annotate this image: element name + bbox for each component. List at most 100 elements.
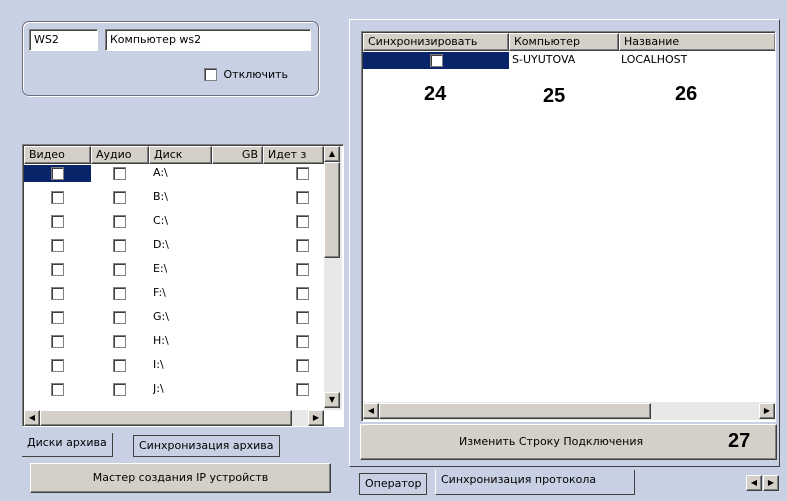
in-progress-checkbox[interactable] [296,311,309,324]
disks-hscroll-thumb[interactable] [40,410,292,426]
audio-checkbox[interactable] [113,239,126,252]
disk-row[interactable]: C:\ [24,213,324,237]
sync-hscrollbar[interactable]: ◀ ▶ [363,402,775,420]
disk-letter: I:\ [153,358,164,371]
audio-checkbox[interactable] [113,191,126,204]
disks-hscrollbar[interactable]: ◀ ▶ [24,410,324,426]
audio-checkbox[interactable] [113,167,126,180]
callout-24: 24 [424,83,447,105]
disk-letter: D:\ [153,238,169,251]
audio-checkbox[interactable] [113,215,126,228]
disk-row[interactable]: F:\ [24,285,324,309]
col-audio[interactable]: Аудио [91,146,149,164]
in-progress-checkbox[interactable] [296,215,309,228]
disk-row[interactable]: I:\ [24,357,324,381]
disk-letter: E:\ [153,262,168,275]
in-progress-checkbox[interactable] [296,239,309,252]
video-checkbox[interactable] [51,191,64,204]
callout-26: 26 [675,83,698,105]
col-synchronize[interactable]: Синхронизировать [363,33,509,51]
in-progress-checkbox[interactable] [296,167,309,180]
disks-table-body: A:\ B:\ C:\ D:\ E:\ F:\ G:\ H:\ I:\ J:\ [24,165,324,410]
sync-scroll-left-arrow-icon[interactable]: ◀ [363,403,379,419]
disks-vscroll-thumb[interactable] [324,162,340,258]
sync-checkbox-cell[interactable] [363,52,509,69]
disable-checkbox-row[interactable]: Отключить [204,67,288,83]
left-tabstrip: Диски архива Синхронизация архива [22,433,344,457]
audio-checkbox[interactable] [113,287,126,300]
col-computer[interactable]: Компьютер [509,33,619,51]
video-checkbox[interactable] [51,215,64,228]
in-progress-checkbox[interactable] [296,287,309,300]
tabs-scroll-left-arrow-icon[interactable]: ◀ [746,475,762,491]
scroll-right-arrow-icon[interactable]: ▶ [308,410,324,426]
in-progress-checkbox[interactable] [296,263,309,276]
computer-code-value: WS2 [34,33,59,46]
ip-wizard-button[interactable]: Мастер создания IP устройств [30,463,331,493]
disk-letter: B:\ [153,190,168,203]
disk-letter: F:\ [153,286,166,299]
tab-archive-disks[interactable]: Диски архива [22,433,113,457]
video-checkbox[interactable] [51,359,64,372]
video-checkbox[interactable] [51,239,64,252]
video-checkbox[interactable] [51,335,64,348]
video-checkbox[interactable] [51,263,64,276]
disk-letter: C:\ [153,214,169,227]
tabs-scroll-right-arrow-icon[interactable]: ▶ [763,475,779,491]
sync-scroll-right-arrow-icon[interactable]: ▶ [759,403,775,419]
computer-name-value: Компьютер ws2 [110,33,202,46]
audio-checkbox[interactable] [113,359,126,372]
sync-table-header: Синхронизировать Компьютер Название [363,33,775,51]
sync-name-value: LOCALHOST [621,53,688,66]
disk-row[interactable]: H:\ [24,333,324,357]
col-disk[interactable]: Диск [149,146,212,164]
col-in-progress[interactable]: Идет з [263,146,324,164]
in-progress-checkbox[interactable] [296,335,309,348]
sync-table-row[interactable]: S-UYUTOVA LOCALHOST [363,52,775,69]
audio-checkbox[interactable] [113,383,126,396]
tab-archive-sync[interactable]: Синхронизация архива [133,435,280,457]
tab-operator[interactable]: Оператор [359,473,428,495]
sync-computer-value: S-UYUTOVA [512,53,576,66]
video-checkbox[interactable] [51,287,64,300]
disk-letter: A:\ [153,166,168,179]
change-connection-button[interactable]: Изменить Строку Подключения 27 [360,424,777,460]
audio-checkbox[interactable] [113,311,126,324]
disks-table-header: Видео Аудио Диск GB Идет з [24,146,324,164]
disk-row[interactable]: A:\ [24,165,324,189]
computer-name-field[interactable]: Компьютер ws2 [105,29,311,51]
video-checkbox[interactable] [51,383,64,396]
callout-25: 25 [543,85,566,107]
video-checkbox[interactable] [51,167,64,180]
disk-row[interactable]: E:\ [24,261,324,285]
audio-checkbox[interactable] [113,335,126,348]
disk-row[interactable]: D:\ [24,237,324,261]
col-gb[interactable]: GB [212,146,263,164]
disk-letter: J:\ [153,382,164,395]
video-checkbox[interactable] [51,311,64,324]
in-progress-checkbox[interactable] [296,191,309,204]
disk-row[interactable]: G:\ [24,309,324,333]
disks-vscrollbar[interactable]: ▲ ▼ [324,146,342,410]
col-name[interactable]: Название [619,33,775,51]
audio-checkbox[interactable] [113,263,126,276]
in-progress-checkbox[interactable] [296,359,309,372]
col-video[interactable]: Видео [24,146,91,164]
computer-code-field[interactable]: WS2 [29,29,98,51]
scroll-left-arrow-icon[interactable]: ◀ [24,410,40,426]
disks-table: Видео Аудио Диск GB Идет з A:\ B:\ C:\ D:\ E… [22,144,344,427]
sync-hscroll-thumb[interactable] [379,403,651,419]
callout-27: 27 [728,430,751,452]
disk-letter: H:\ [153,334,169,347]
in-progress-checkbox[interactable] [296,383,309,396]
disk-row[interactable]: J:\ [24,381,324,405]
disk-letter: G:\ [153,310,169,323]
sync-checkbox[interactable] [430,54,443,67]
ip-wizard-button-label: Мастер создания IP устройств [92,471,269,484]
scroll-down-arrow-icon[interactable]: ▼ [324,392,340,408]
change-connection-button-label: Изменить Строку Подключения [459,435,644,448]
scroll-up-arrow-icon[interactable]: ▲ [324,146,340,162]
disk-row[interactable]: B:\ [24,189,324,213]
disable-checkbox[interactable] [204,67,217,81]
tab-protocol-sync[interactable]: Синхронизация протокола [435,470,635,495]
